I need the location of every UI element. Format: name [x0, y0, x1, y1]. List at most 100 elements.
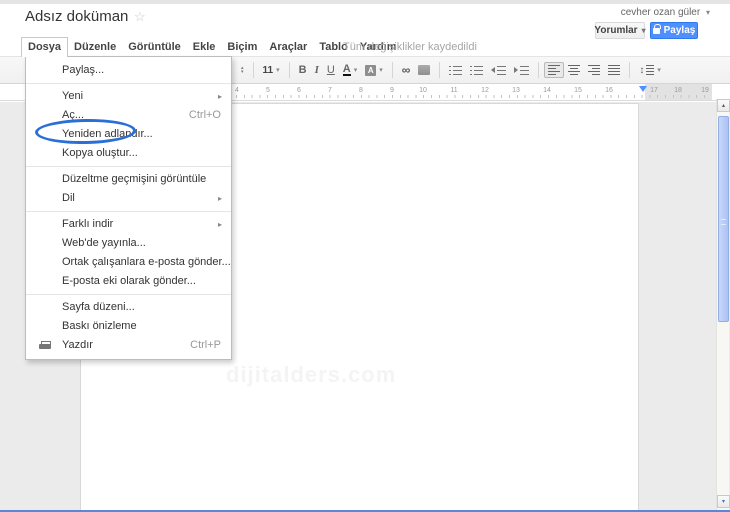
- italic-button[interactable]: I: [311, 62, 323, 78]
- account-name: cevher ozan güler: [620, 7, 701, 18]
- bullet-list-icon: [470, 65, 473, 75]
- ruler-ticks: [236, 95, 710, 98]
- ruler-number: 4: [235, 87, 239, 94]
- ruler-number: 11: [450, 87, 458, 94]
- ruler-number: 8: [359, 87, 363, 94]
- chevron-down-icon: ▾: [353, 67, 358, 74]
- account-menu[interactable]: cevher ozan güler ▾: [621, 7, 710, 18]
- down-arrow-icon: ▾: [241, 69, 244, 75]
- menu-item-print-preview[interactable]: Baskı önizleme: [26, 317, 231, 336]
- align-right-button[interactable]: [584, 63, 604, 77]
- font-size-select[interactable]: 11 ▾: [259, 63, 284, 78]
- highlight-icon: A: [365, 64, 377, 76]
- ruler-number: 14: [543, 87, 551, 94]
- underline-button[interactable]: U: [323, 62, 339, 78]
- menu-item-print[interactable]: Yazdır Ctrl+P: [26, 336, 231, 355]
- vertical-scrollbar[interactable]: ▴ ▾: [716, 99, 730, 510]
- ruler-number: 12: [481, 87, 489, 94]
- align-right-icon: [588, 65, 601, 75]
- menu-item-share[interactable]: Paylaş...: [26, 61, 231, 80]
- scroll-down-button[interactable]: ▾: [717, 495, 730, 508]
- menu-item-new[interactable]: Yeni ▸: [26, 87, 231, 106]
- submenu-arrow-icon: ▸: [217, 92, 222, 101]
- share-button[interactable]: Paylaş: [650, 22, 698, 39]
- line-spacing-button[interactable]: ↕ ▾: [635, 63, 665, 78]
- ruler-number: 9: [390, 87, 394, 94]
- menu-item-make-copy[interactable]: Kopya oluştur...: [26, 144, 231, 163]
- printer-icon: [39, 341, 51, 350]
- menu-separator: [26, 211, 231, 212]
- shortcut-label: Ctrl+P: [190, 339, 221, 351]
- toolbar-divider: [288, 62, 290, 78]
- menu-separator: [26, 83, 231, 84]
- comments-button[interactable]: Yorumlar ▾: [594, 22, 646, 39]
- toolbar-divider: [629, 62, 631, 78]
- menu-item-email-attachment[interactable]: E-posta eki olarak gönder...: [26, 272, 231, 291]
- align-center-button[interactable]: [564, 63, 584, 77]
- menu-separator: [26, 294, 231, 295]
- menu-item-revision-history[interactable]: Düzeltme geçmişini görüntüle: [26, 170, 231, 189]
- chevron-down-icon: ▾: [641, 26, 646, 35]
- menu-item-rename[interactable]: Yeniden adlandır...: [26, 125, 231, 144]
- numbered-list-button[interactable]: [445, 64, 466, 77]
- right-margin-marker[interactable]: [639, 86, 647, 92]
- watermark-text: dijitalders.com: [226, 362, 397, 387]
- down-arrow-icon: ▾: [721, 499, 725, 505]
- bullet-list-button[interactable]: [466, 64, 487, 77]
- ruler-number: 13: [512, 87, 520, 94]
- highlight-color-button[interactable]: A ▾: [361, 63, 387, 78]
- up-arrow-icon: ▴: [721, 103, 725, 109]
- shortcut-label: Ctrl+O: [188, 109, 221, 121]
- chevron-down-icon: ▾: [705, 8, 710, 17]
- star-icon[interactable]: ☆: [134, 9, 146, 25]
- menu-separator: [26, 166, 231, 167]
- outdent-icon: [491, 67, 496, 73]
- ruler-number: 18: [674, 87, 682, 94]
- save-status: Tüm değişiklikler kaydedildi: [343, 41, 477, 53]
- justify-button[interactable]: [604, 63, 624, 77]
- menu-item-download-as[interactable]: Farklı indir ▸: [26, 215, 231, 234]
- font-stepper[interactable]: ▴ ▾: [237, 64, 248, 76]
- ruler-number: 15: [574, 87, 582, 94]
- align-center-icon: [568, 65, 581, 75]
- menu-item-language[interactable]: Dil ▸: [26, 189, 231, 208]
- menu-insert[interactable]: Ekle: [187, 38, 222, 56]
- menu-view[interactable]: Görüntüle: [122, 38, 187, 56]
- google-docs-window: cevher ozan güler ▾ Adsız doküman ☆ Yoru…: [0, 0, 730, 512]
- submenu-arrow-icon: ▸: [217, 194, 222, 203]
- font-size-value: 11: [262, 64, 274, 76]
- indent-button[interactable]: [510, 64, 533, 77]
- ruler-number: 19: [701, 87, 709, 94]
- text-color-button[interactable]: A ▾: [339, 62, 361, 78]
- chevron-down-icon: ▾: [657, 67, 661, 74]
- ruler-number: 7: [328, 87, 332, 94]
- scroll-up-button[interactable]: ▴: [717, 99, 730, 112]
- menu-file[interactable]: Dosya: [21, 37, 69, 57]
- justify-icon: [608, 65, 621, 75]
- align-left-icon: [548, 65, 561, 75]
- menu-item-email-collaborators[interactable]: Ortak çalışanlara e-posta gönder...: [26, 253, 231, 272]
- outdent-button[interactable]: [487, 64, 510, 77]
- menu-format[interactable]: Biçim: [221, 38, 263, 56]
- menu-item-publish-web[interactable]: Web'de yayınla...: [26, 234, 231, 253]
- scrollbar-thumb[interactable]: [718, 116, 729, 322]
- menu-item-open[interactable]: Aç... Ctrl+O: [26, 106, 231, 125]
- ruler-number: 6: [297, 87, 301, 94]
- document-title[interactable]: Adsız doküman: [25, 8, 128, 25]
- ruler-number: 10: [419, 87, 427, 94]
- menu-item-page-setup[interactable]: Sayfa düzeni...: [26, 298, 231, 317]
- menu-edit[interactable]: Düzenle: [68, 38, 122, 56]
- menu-tools[interactable]: Araçlar: [263, 38, 313, 56]
- share-label: Paylaş: [663, 25, 696, 36]
- insert-image-button[interactable]: [414, 63, 434, 77]
- ruler-number: 5: [266, 87, 270, 94]
- lock-icon: [652, 23, 661, 34]
- align-left-button[interactable]: [544, 62, 565, 78]
- text-color-icon: A: [342, 63, 351, 76]
- bold-button[interactable]: B: [295, 62, 311, 78]
- line-spacing-icon: ↕: [639, 64, 645, 76]
- submenu-arrow-icon: ▸: [217, 220, 222, 229]
- toolbar-divider: [391, 62, 393, 78]
- insert-link-button[interactable]: ∞: [398, 61, 415, 79]
- chevron-down-icon: ▾: [276, 67, 280, 74]
